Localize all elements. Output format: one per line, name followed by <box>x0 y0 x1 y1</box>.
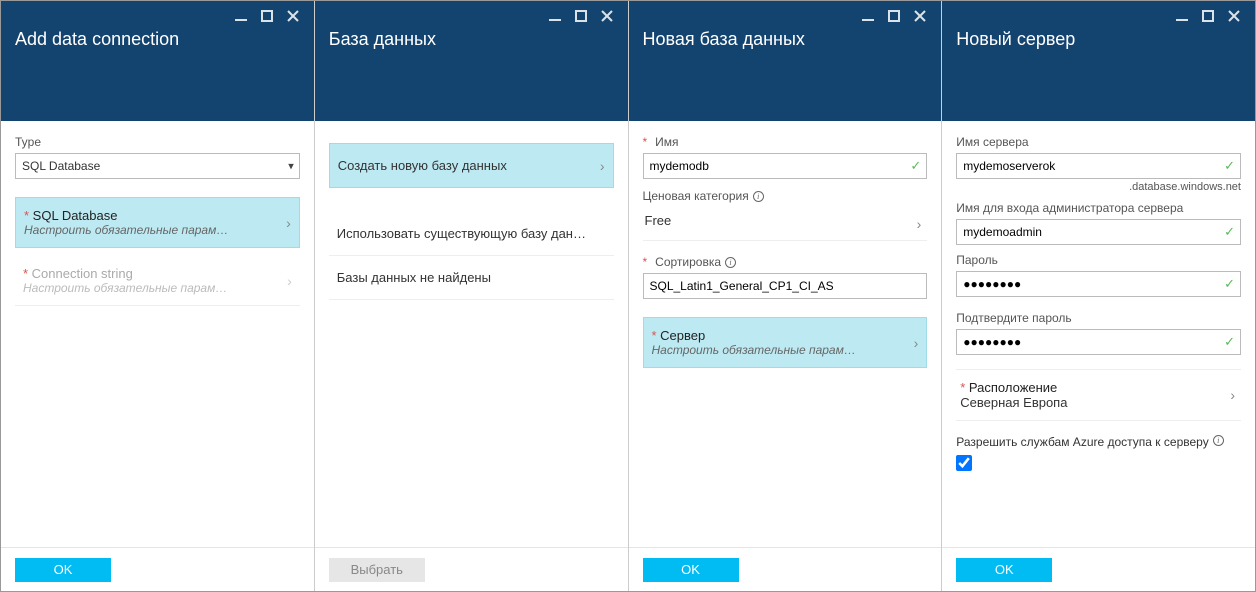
blade-new-server: Новый сервер Имя сервера ✓ .database.win… <box>942 1 1255 591</box>
sql-database-subtitle: Настроить обязательные парам… <box>24 223 271 237</box>
server-tile-subtitle: Настроить обязательные парам… <box>652 343 899 357</box>
maximize-icon[interactable] <box>574 9 588 23</box>
info-icon[interactable]: i <box>1213 435 1224 446</box>
minimize-icon[interactable] <box>548 9 562 23</box>
collation-input[interactable] <box>643 273 928 299</box>
allow-azure-checkbox[interactable] <box>956 455 972 471</box>
window-controls <box>15 9 300 25</box>
ok-button[interactable]: OK <box>15 558 111 582</box>
chevron-right-icon: › <box>1230 387 1235 403</box>
minimize-icon[interactable] <box>1175 9 1189 23</box>
pricing-tier-selector[interactable]: Free › <box>643 207 928 241</box>
blade-add-data-connection: Add data connection Type SQL Database ▾ … <box>1 1 315 591</box>
no-db-found-note: Базы данных не найдены <box>329 256 614 300</box>
create-new-db-option[interactable]: Создать новую базу данных › <box>329 143 614 188</box>
chevron-right-icon: › <box>914 335 919 351</box>
blade-title: Add data connection <box>15 29 300 50</box>
type-select[interactable]: SQL Database <box>15 153 300 179</box>
use-existing-db-option[interactable]: Использовать существующую базу дан… <box>329 212 614 256</box>
blade-footer: OK <box>1 547 314 591</box>
location-label: Расположение <box>960 380 1213 395</box>
maximize-icon[interactable] <box>887 9 901 23</box>
blade-footer: Выбрать <box>315 547 628 591</box>
close-icon[interactable] <box>913 9 927 23</box>
connection-string-tile[interactable]: Connection string Настроить обязательные… <box>15 256 300 306</box>
blade-header: Новый сервер <box>942 1 1255 121</box>
type-select-wrap: SQL Database ▾ <box>15 153 300 179</box>
password-label: Пароль <box>956 253 1241 267</box>
allow-azure-row: Разрешить службам Azure доступа к сервер… <box>956 435 1241 449</box>
blade-header: База данных <box>315 1 628 121</box>
select-button: Выбрать <box>329 558 425 582</box>
blade-title: Новый сервер <box>956 29 1241 50</box>
close-icon[interactable] <box>1227 9 1241 23</box>
server-tile[interactable]: Сервер Настроить обязательные парам… › <box>643 317 928 368</box>
connection-string-title: Connection string <box>23 266 272 281</box>
close-icon[interactable] <box>286 9 300 23</box>
blade-database: База данных Создать новую базу данных › … <box>315 1 629 591</box>
sql-database-title: SQL Database <box>24 208 271 223</box>
info-icon[interactable]: i <box>753 191 764 202</box>
window-controls <box>643 9 928 25</box>
allow-azure-label: Разрешить службам Azure доступа к сервер… <box>956 435 1208 449</box>
blade-footer: OK <box>942 547 1255 591</box>
location-value: Северная Европа <box>960 395 1213 410</box>
blade-footer: OK <box>629 547 942 591</box>
pricing-label: Ценовая категория i <box>643 189 928 203</box>
collation-label: Сортировка i <box>643 255 928 269</box>
pricing-value: Free <box>645 213 672 228</box>
azure-blades-container: Add data connection Type SQL Database ▾ … <box>0 0 1256 592</box>
db-name-input[interactable] <box>643 153 928 179</box>
db-name-label: Имя <box>643 135 928 149</box>
maximize-icon[interactable] <box>1201 9 1215 23</box>
chevron-right-icon: › <box>286 215 291 231</box>
blade-new-database: Новая база данных Имя ✓ Ценовая категори… <box>629 1 943 591</box>
ok-button[interactable]: OK <box>643 558 739 582</box>
blade-body: Создать новую базу данных › Использовать… <box>315 121 628 547</box>
server-name-suffix: .database.windows.net <box>956 181 1241 193</box>
server-tile-title: Сервер <box>652 328 899 343</box>
maximize-icon[interactable] <box>260 9 274 23</box>
server-name-label: Имя сервера <box>956 135 1241 149</box>
sql-database-tile[interactable]: SQL Database Настроить обязательные пара… <box>15 197 300 248</box>
chevron-right-icon: › <box>600 158 605 174</box>
info-icon[interactable]: i <box>725 257 736 268</box>
chevron-right-icon: › <box>917 216 922 232</box>
window-controls <box>329 9 614 25</box>
admin-login-input[interactable] <box>956 219 1241 245</box>
type-label: Type <box>15 135 300 149</box>
connection-string-subtitle: Настроить обязательные парам… <box>23 281 272 295</box>
blade-body: Имя сервера ✓ .database.windows.net Имя … <box>942 121 1255 547</box>
blade-title: Новая база данных <box>643 29 928 50</box>
location-selector[interactable]: Расположение Северная Европа › <box>956 369 1241 421</box>
minimize-icon[interactable] <box>234 9 248 23</box>
create-new-db-label: Создать новую базу данных <box>338 158 507 173</box>
blade-body: Имя ✓ Ценовая категория i Free › Сортиро… <box>629 121 942 547</box>
blade-body: Type SQL Database ▾ SQL Database Настрои… <box>1 121 314 547</box>
close-icon[interactable] <box>600 9 614 23</box>
chevron-right-icon: › <box>287 273 292 289</box>
server-name-input[interactable] <box>956 153 1241 179</box>
blade-header: Add data connection <box>1 1 314 121</box>
admin-login-label: Имя для входа администратора сервера <box>956 201 1241 215</box>
password-input[interactable] <box>956 271 1241 297</box>
confirm-password-label: Подтвердите пароль <box>956 311 1241 325</box>
ok-button[interactable]: OK <box>956 558 1052 582</box>
blade-header: Новая база данных <box>629 1 942 121</box>
window-controls <box>956 9 1241 25</box>
minimize-icon[interactable] <box>861 9 875 23</box>
blade-title: База данных <box>329 29 614 50</box>
confirm-password-input[interactable] <box>956 329 1241 355</box>
